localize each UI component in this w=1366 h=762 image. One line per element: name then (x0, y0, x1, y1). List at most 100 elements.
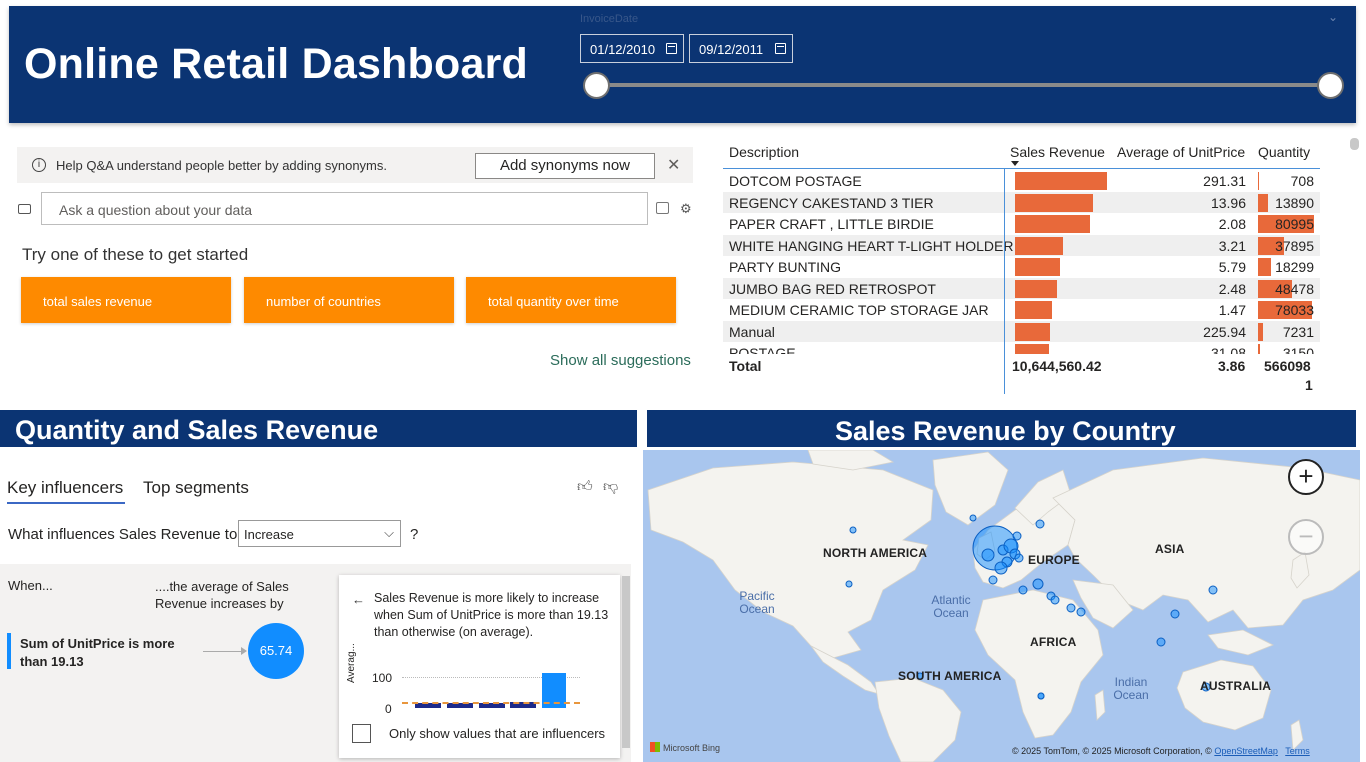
map-label-australia: AUSTRALIA (1200, 679, 1272, 693)
info-icon: i (32, 158, 46, 172)
average-increase-header: ....the average of Sales Revenue increas… (155, 579, 289, 611)
country-bubble[interactable] (994, 561, 1008, 575)
country-bubble[interactable] (1208, 585, 1218, 595)
influencers-only-checkbox[interactable] (352, 724, 371, 743)
sales-revenue-databar (1015, 215, 1090, 233)
arrow-right-icon (241, 647, 247, 655)
influence-direction-select[interactable]: Increase ⌵ (238, 520, 401, 547)
zoom-out-button[interactable]: − (1288, 519, 1324, 555)
table-row[interactable]: DOTCOM POSTAGE 291.31 708 (723, 170, 1320, 192)
country-bubble[interactable] (1014, 553, 1024, 563)
show-all-suggestions-link[interactable]: Show all suggestions (550, 352, 691, 369)
quantity-databar (1258, 193, 1268, 212)
close-icon[interactable]: ✕ (667, 155, 680, 175)
qa-question-input[interactable]: Ask a question about your data (41, 192, 648, 225)
country-bubble[interactable] (1170, 609, 1180, 619)
cell-quantity: 78033 (1275, 302, 1314, 318)
back-arrow-icon[interactable]: ← (352, 592, 365, 607)
country-bubble[interactable] (1066, 603, 1076, 613)
slider-handle-end[interactable] (1317, 72, 1344, 99)
chat-icon (18, 204, 31, 214)
quantity-databar (1258, 172, 1259, 190)
country-bubble[interactable] (1018, 585, 1028, 595)
cell-avg-unit-price: 3.21 (1218, 237, 1246, 254)
country-bubble[interactable] (1076, 607, 1086, 617)
try-suggestions-heading: Try one of these to get started (22, 245, 249, 264)
map-label-atlantic-ocean: Atlantic Ocean (931, 593, 971, 620)
country-bubble[interactable] (849, 526, 857, 534)
calendar-icon[interactable] (666, 43, 677, 54)
chevron-down-icon[interactable]: ⌄ (1328, 10, 1338, 24)
terms-link[interactable]: Terms (1285, 746, 1310, 756)
tab-top-segments[interactable]: Top segments (143, 478, 249, 498)
page-scrollbar[interactable] (1350, 138, 1359, 150)
cell-quantity: 37895 (1275, 237, 1314, 254)
suggestion-button-total-quantity-over-time[interactable]: total quantity over time (466, 277, 676, 323)
slider-handle-start[interactable] (583, 72, 610, 99)
zoom-in-button[interactable]: + (1288, 459, 1324, 495)
influencer-scrollbar[interactable] (622, 576, 630, 748)
table-body[interactable]: DOTCOM POSTAGE 291.31 708 REGENCY CAKESTAND… (723, 170, 1320, 354)
suggestion-button-number-of-countries[interactable]: number of countries (244, 277, 454, 323)
table-row[interactable]: Manual 225.94 7231 (723, 320, 1320, 342)
country-bubble[interactable] (1012, 531, 1022, 541)
country-bubble[interactable] (1037, 692, 1045, 700)
country-bubble[interactable] (969, 514, 977, 522)
cell-description: WHITE HANGING HEART T-LIGHT HOLDER (729, 237, 1014, 254)
table-row[interactable]: PARTY BUNTING 5.79 18299 (723, 256, 1320, 278)
country-bubble[interactable] (1032, 578, 1044, 590)
mini-chart-y-label: Averag... (346, 643, 357, 683)
suggestion-button-total-sales-revenue[interactable]: total sales revenue (21, 277, 231, 323)
section-title-quantity-sales: Quantity and Sales Revenue (15, 415, 379, 445)
cell-quantity: 7231 (1282, 323, 1314, 340)
tab-key-influencers[interactable]: Key influencers (7, 478, 123, 498)
microsoft-logo-icon (650, 742, 660, 752)
column-header-avg-unit-price[interactable]: Average of UnitPrice (1117, 144, 1245, 160)
column-header-sales-revenue[interactable]: Sales Revenue (1010, 144, 1105, 160)
cell-quantity: 48478 (1275, 280, 1314, 297)
country-bubble[interactable] (1050, 595, 1060, 605)
thumbs-up-icon[interactable]: 👍︎ (577, 478, 593, 496)
table-row[interactable]: WHITE HANGING HEART T-LIGHT HOLDER 3.21 37… (723, 234, 1320, 256)
table-row[interactable]: PAPER CRAFT , LITTLE BIRDIE 2.08 80995 (723, 213, 1320, 235)
add-synonyms-button[interactable]: Add synonyms now (475, 153, 655, 179)
sales-revenue-databar (1015, 258, 1061, 276)
sales-revenue-databar (1015, 172, 1107, 190)
cell-avg-unit-price: 225.94 (1203, 323, 1246, 340)
gear-icon[interactable]: ⚙ (680, 201, 692, 217)
active-tab-indicator (7, 502, 125, 504)
country-bubble[interactable] (845, 580, 853, 588)
table-row[interactable]: REGENCY CAKESTAND 3 TIER 13.96 13890 (723, 191, 1320, 213)
thumbs-down-icon[interactable]: 👎︎ (603, 478, 618, 496)
table-row[interactable]: JUMBO BAG RED RETROSPOT 2.48 48478 (723, 277, 1320, 299)
influence-value-bubble[interactable]: 65.74 (248, 623, 304, 679)
column-header-description[interactable]: Description (729, 144, 799, 160)
mini-chart-bar[interactable] (479, 703, 505, 708)
bing-label: Microsoft Bing (663, 743, 721, 753)
table-row[interactable]: POSTAGE 31.08 3150 (723, 342, 1320, 354)
section-header-sales-by-country: Sales Revenue by Country (647, 410, 1356, 447)
cell-avg-unit-price: 13.96 (1210, 194, 1246, 211)
country-bubble[interactable] (1156, 637, 1166, 647)
sales-revenue-databar (1015, 236, 1063, 255)
table-row[interactable]: MEDIUM CERAMIC TOP STORAGE JAR 1.47 78033 (723, 299, 1320, 321)
country-bubble[interactable] (981, 548, 995, 562)
start-date-input[interactable]: 01/12/2010 (580, 34, 684, 63)
share-icon[interactable] (656, 202, 669, 214)
cell-avg-unit-price: 5.79 (1218, 259, 1246, 275)
mini-chart-bar[interactable] (415, 703, 441, 708)
end-date-input[interactable]: 09/12/2011 (689, 34, 793, 63)
influencer-item[interactable]: Sum of UnitPrice is more than 19.13 (20, 635, 190, 671)
calendar-icon[interactable] (775, 43, 786, 54)
column-header-quantity[interactable]: Quantity (1258, 144, 1310, 160)
openstreetmap-link[interactable]: OpenStreetMap (1214, 746, 1278, 756)
country-bubble[interactable] (988, 575, 998, 585)
cell-avg-unit-price: 2.08 (1218, 216, 1246, 232)
sort-desc-icon[interactable] (1011, 161, 1019, 166)
country-bubble[interactable] (1035, 519, 1045, 529)
date-range-slider[interactable] (597, 83, 1331, 87)
bing-logo: Microsoft Bing (650, 742, 720, 753)
attribution-text: © 2025 TomTom, © 2025 Microsoft Corporat… (1012, 746, 1212, 756)
cell-avg-unit-price: 1.47 (1218, 302, 1246, 318)
quantity-databar (1258, 258, 1271, 276)
